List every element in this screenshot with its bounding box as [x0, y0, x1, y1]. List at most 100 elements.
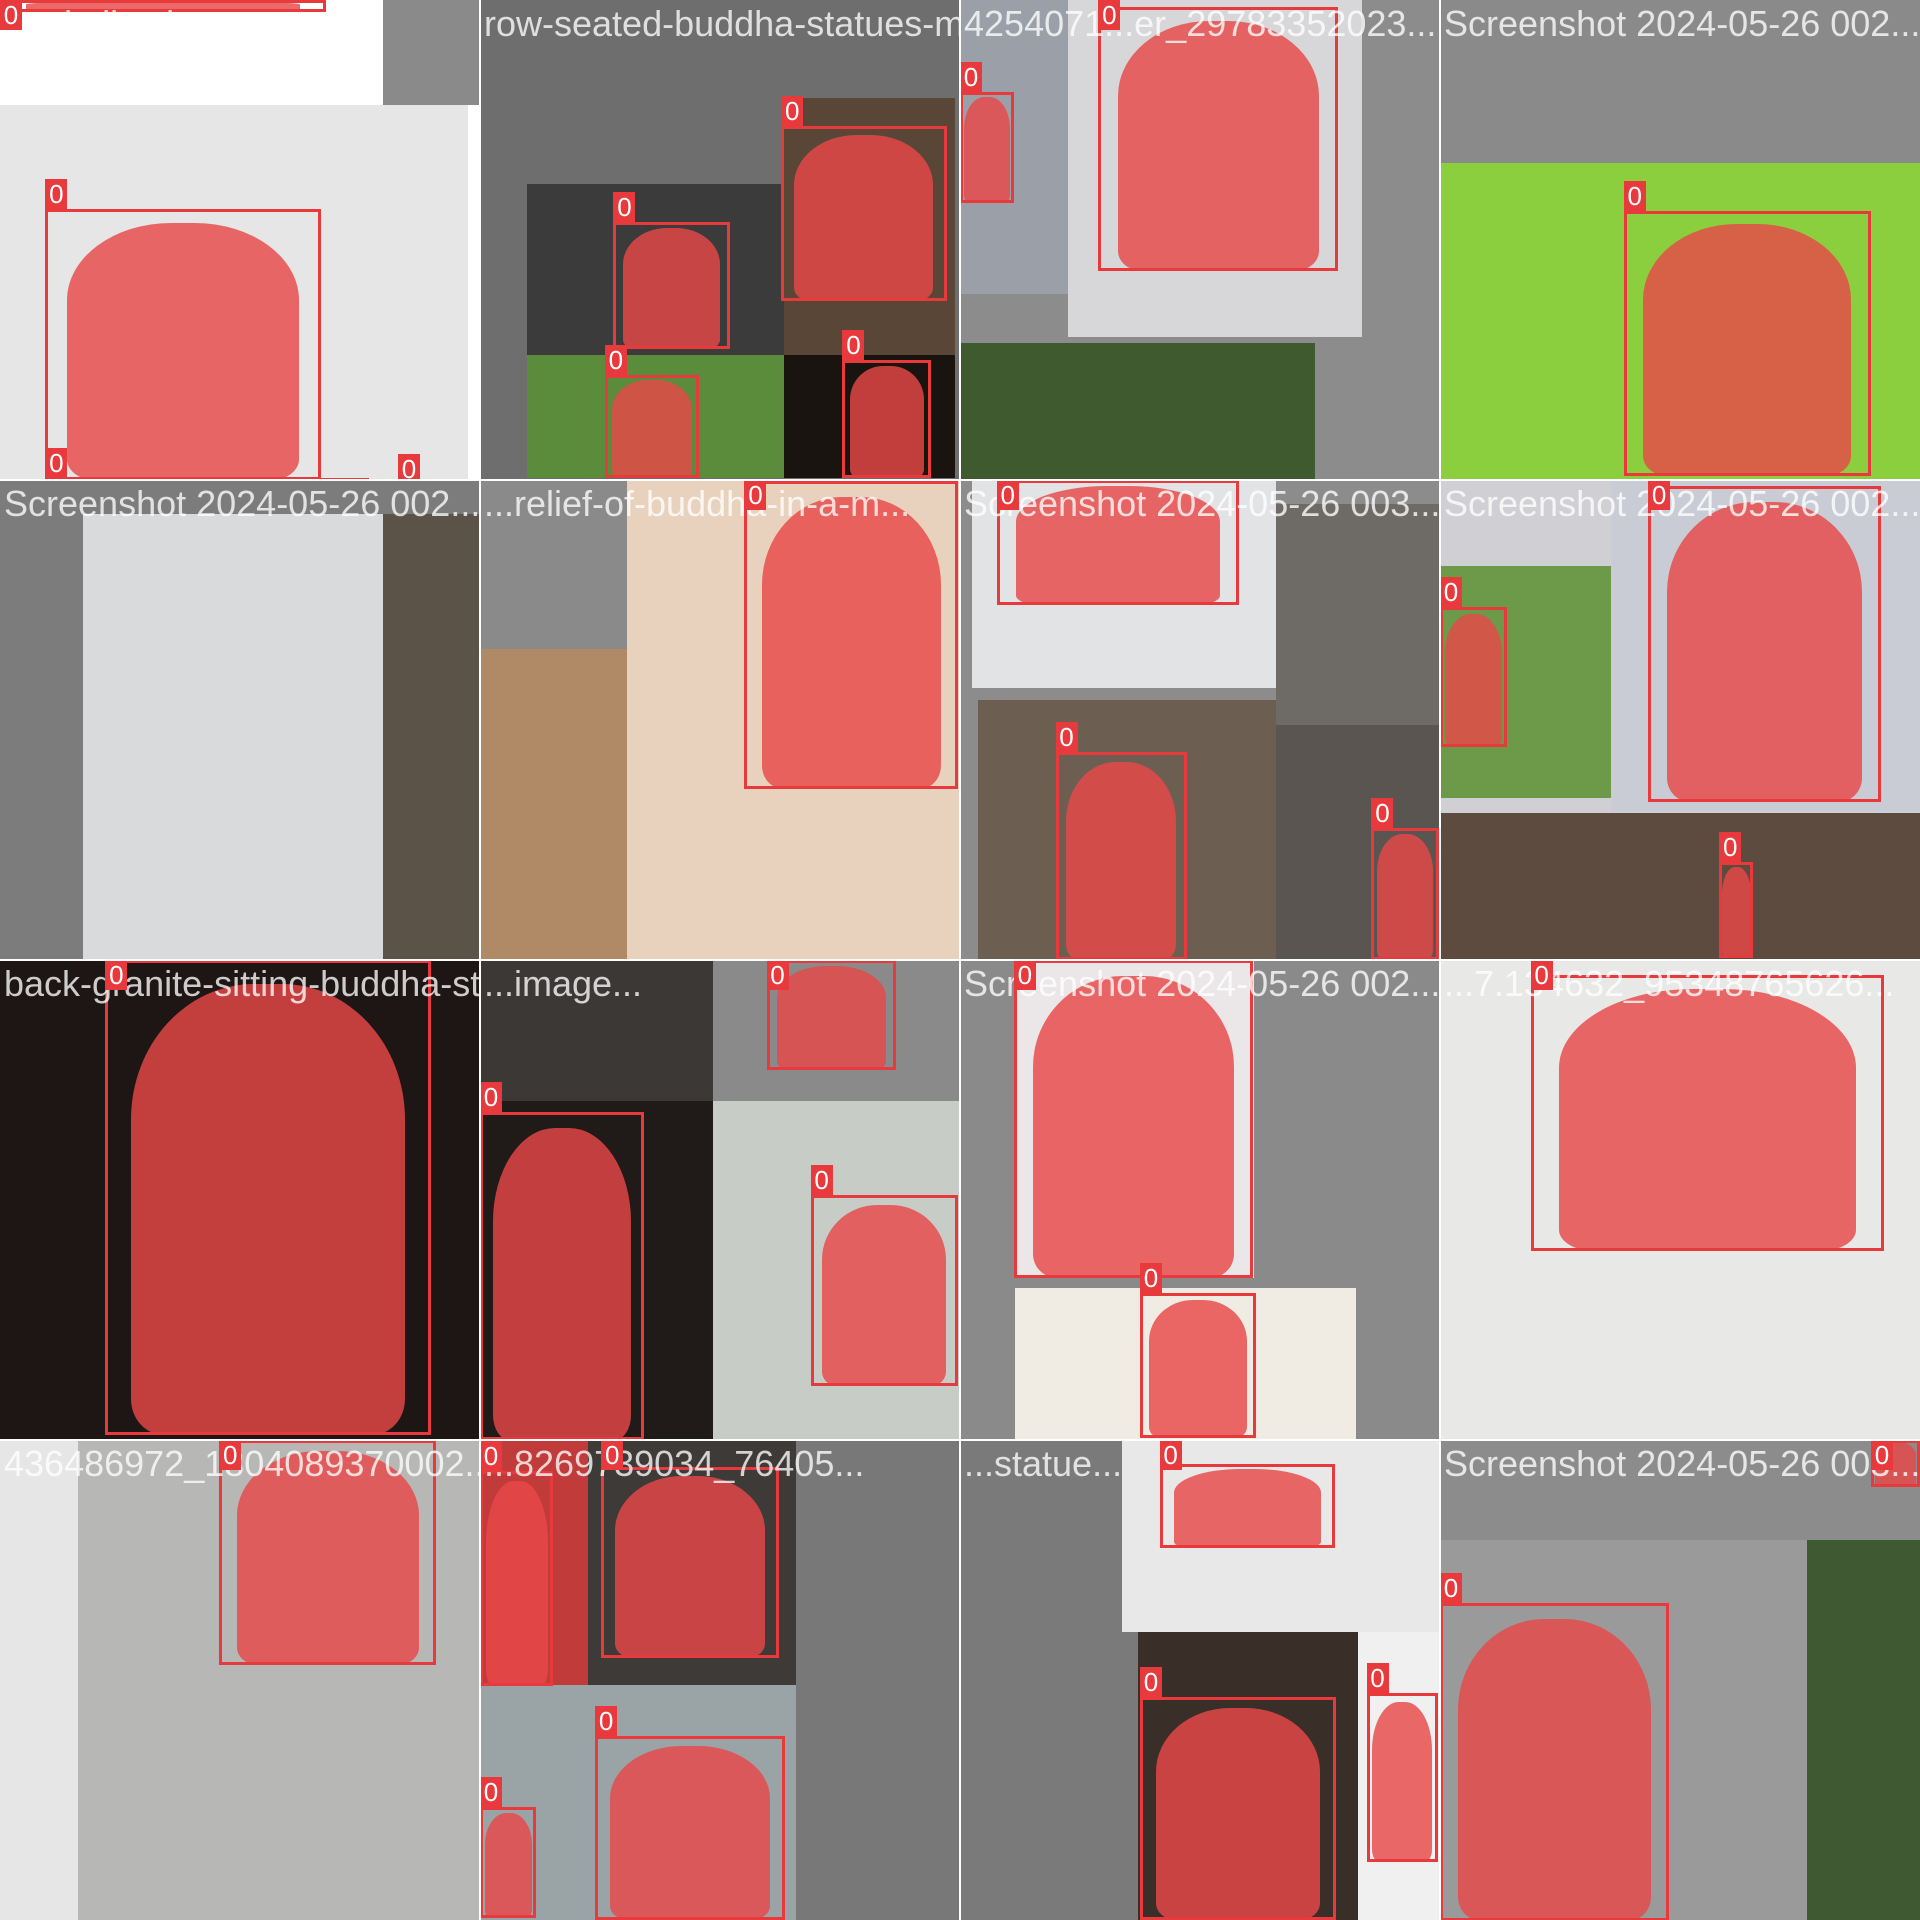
class-label: 0: [45, 179, 68, 210]
class-label: 0: [219, 1440, 242, 1470]
class-label: 0: [604, 344, 627, 375]
tile-separator-vertical: [1439, 0, 1441, 1920]
detection-box: [1719, 862, 1754, 958]
detection-box: [1140, 1697, 1336, 1920]
detection-box: [613, 221, 730, 349]
detection-box: [1013, 960, 1253, 1279]
class-label: 0: [810, 1165, 833, 1196]
tile-filename: Screenshot 2024-05-26 003...: [964, 483, 1440, 524]
class-label: 0: [1159, 1440, 1182, 1470]
mosaic-tile: 0 0 0 Screenshot 2024-05-26 003...: [960, 480, 1440, 960]
class-label: 0: [1871, 1440, 1894, 1470]
detection-box: [1140, 1293, 1257, 1438]
detection-box: [480, 1807, 537, 1918]
tile-filename: Screenshot 2024-05-26 003...: [1444, 1443, 1920, 1484]
tile-filename: ...8269739034_76405...: [484, 1443, 865, 1484]
class-label: 0: [1013, 960, 1036, 990]
tile-filename: back-granite-sitting-buddha-statue...(6)…: [4, 963, 480, 1004]
photo-region: [1807, 1540, 1920, 1920]
photo-region: [480, 648, 627, 960]
detection-box: [480, 1111, 645, 1440]
detection-box: [45, 209, 321, 480]
mosaic-tile: 0 Screenshot 2024-05-26 002...: [1440, 0, 1920, 480]
mosaic-tile: 0 ...relief-of-buddha-in-a-m...: [480, 480, 960, 960]
detection-box: [601, 1466, 779, 1658]
class-label: 0: [1366, 1663, 1389, 1694]
mosaic-tile: 0back-granite-sitting-buddha-statue...(6…: [0, 960, 480, 1440]
class-label: 0: [613, 191, 636, 222]
class-label: 0: [595, 1706, 618, 1737]
detection-box: [1055, 751, 1187, 960]
detection-box: [1440, 607, 1508, 747]
mosaic-canvas: 0 0 0 0 pankuliya.jpg 0 0 0 0 row-seated-buddha-s…: [0, 0, 1920, 1920]
photo-region: [383, 514, 480, 960]
photo-region: [1440, 813, 1920, 960]
class-label: 0: [1440, 1572, 1462, 1603]
mosaic-tile: 0 0 Screenshot 2024-05-26 003...: [1440, 1440, 1920, 1920]
class-label: 0: [1623, 180, 1646, 211]
tile-filename: ...7.134632_95348765626...: [1444, 963, 1895, 1004]
class-label: 0: [781, 96, 804, 127]
mosaic-tile: 0 436486972_1804089370002...: [0, 1440, 480, 1920]
detection-box: [1440, 1602, 1669, 1920]
tile-filename: Screenshot 2024-05-26 002...: [4, 483, 480, 524]
detection-box: [105, 960, 431, 1436]
class-label: 0: [1440, 577, 1462, 608]
detection-box: [480, 1470, 554, 1687]
class-label: 0: [766, 960, 789, 990]
class-label: 0: [480, 1081, 502, 1112]
detection-box: [1366, 1693, 1438, 1863]
mosaic-tile: 0 0 0 Screenshot 2024-05-26 002...: [1440, 480, 1920, 960]
photo-region: [960, 342, 1316, 480]
tile-filename: ...relief-of-buddha-in-a-m...: [484, 483, 911, 524]
detection-box: [1371, 827, 1439, 960]
tile-filename: Screenshot 2024-05-26 002...: [1444, 483, 1920, 524]
tile-filename: ...statue...: [964, 1443, 1123, 1484]
detection-box: [1098, 7, 1339, 271]
class-label: 0: [842, 330, 865, 360]
detection-box: [960, 91, 1014, 204]
class-label: 0: [1719, 832, 1742, 863]
class-label: 0: [1098, 0, 1121, 30]
class-label: 0: [0, 0, 22, 30]
photo-region: [383, 0, 480, 106]
class-label: 0: [1055, 721, 1078, 752]
class-label: 0: [744, 480, 767, 510]
mosaic-tile: 0Screenshot 2024-05-26 002...: [0, 480, 480, 960]
class-label: 0: [996, 480, 1019, 510]
tile-filename: 4254071...er_29783352023...: [964, 3, 1437, 44]
detection-box: [604, 374, 700, 478]
tile-filename: ...image...: [484, 963, 643, 1004]
class-label: 0: [1140, 1263, 1162, 1294]
detection-box: [810, 1195, 958, 1387]
class-label: 0: [1371, 797, 1394, 828]
mosaic-tile: 0 0 4254071...er_29783352023...: [960, 0, 1440, 480]
tile-separator-horizontal: [0, 1439, 1920, 1441]
mosaic-tile: 0 0 0 0 ...8269739034_76405...: [480, 1440, 960, 1920]
detection-box: [1530, 974, 1885, 1252]
mosaic-tile: 0 ...7.134632_95348765626...: [1440, 960, 1920, 1440]
tile-filename: row-seated-buddha-statues-mao...: [484, 3, 960, 44]
detection-box: [1623, 210, 1872, 477]
tile-filename: pankuliya.jpg: [4, 3, 215, 44]
tile-separator-horizontal: [0, 959, 1920, 961]
tile-filename: Screenshot 2024-05-26 002...: [1444, 3, 1920, 44]
class-label: 0: [601, 1440, 624, 1470]
detection-box: [1159, 1464, 1335, 1548]
detection-box: [781, 126, 947, 302]
class-label: 0: [480, 1440, 502, 1471]
detection-box: [595, 1736, 785, 1920]
detection-box: [744, 481, 958, 789]
tile-filename: 436486972_1804089370002...: [4, 1443, 480, 1484]
class-label: 0: [1530, 960, 1553, 990]
photo-region: [1275, 504, 1440, 725]
mosaic-tile: 0 0 0 0 pankuliya.jpg: [0, 0, 480, 480]
photo-region: [83, 514, 384, 960]
class-label: 0: [960, 61, 982, 92]
class-label: 0: [1648, 480, 1671, 510]
mosaic-tile: 0 0 0 0 row-seated-buddha-statues-mao...: [480, 0, 960, 480]
class-label: 0: [480, 1777, 502, 1808]
mosaic-tile: 0 0 0 ...image...: [480, 960, 960, 1440]
detection-box: [842, 360, 931, 478]
detection-box: [1648, 486, 1881, 803]
